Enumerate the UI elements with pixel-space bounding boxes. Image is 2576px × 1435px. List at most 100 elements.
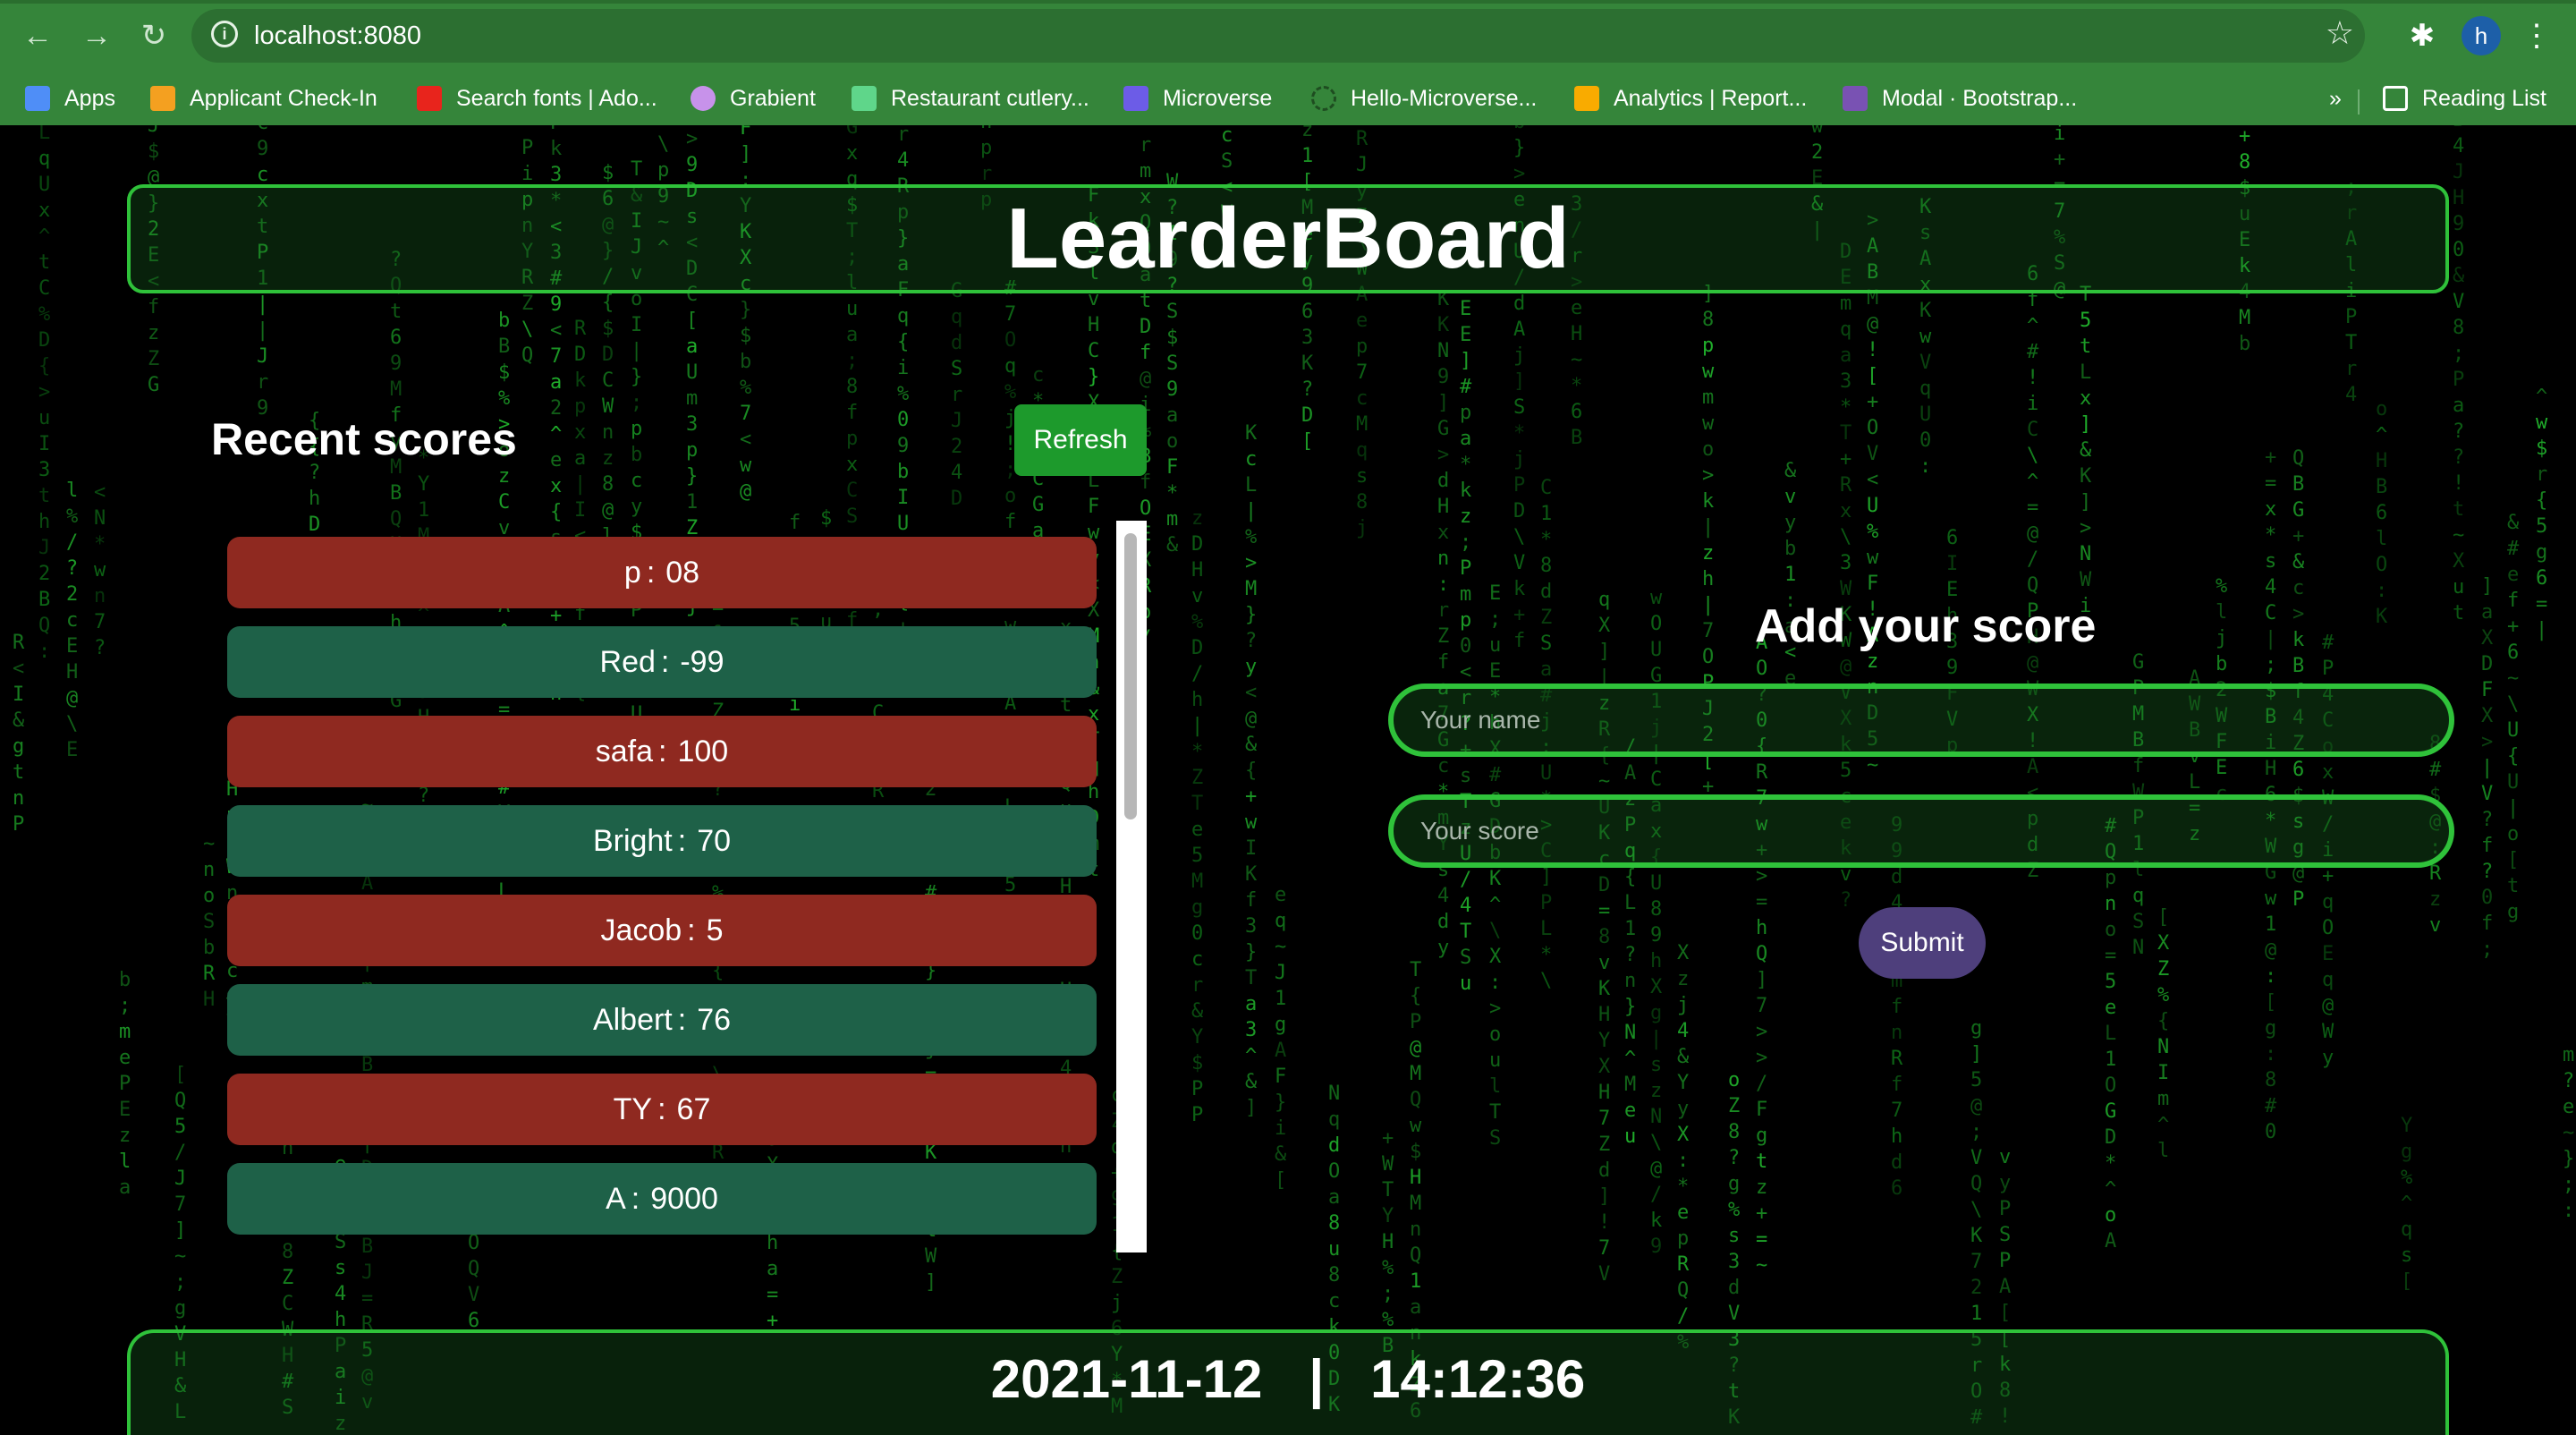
svg-text:C: C — [1650, 768, 1662, 791]
bookmarks-overflow-button[interactable]: » — [2329, 81, 2342, 116]
bookmark-apps[interactable]: Apps — [25, 81, 115, 116]
svg-text:;: ; — [119, 995, 131, 1017]
svg-text:d: d — [1598, 1159, 1610, 1182]
kebab-menu-icon[interactable]: ⋮ — [2517, 16, 2556, 55]
name-input[interactable] — [1394, 689, 2449, 751]
footer-separator: | — [1309, 1349, 1325, 1409]
svg-text:n: n — [1624, 970, 1636, 992]
svg-text:f: f — [1891, 1074, 1902, 1096]
submit-button[interactable]: Submit — [1859, 907, 1986, 979]
svg-text:+: + — [2292, 525, 2304, 548]
svg-text:y: y — [1677, 1098, 1689, 1120]
svg-text:5: 5 — [2105, 971, 2116, 993]
svg-text:I: I — [1245, 837, 1257, 860]
svg-text:G: G — [148, 374, 159, 396]
svg-text:u: u — [1489, 1049, 1501, 1072]
scrollbar-thumb[interactable] — [1124, 533, 1137, 819]
svg-text:D: D — [38, 329, 50, 352]
info-icon[interactable]: i — [211, 21, 238, 47]
svg-text:O: O — [2376, 554, 2387, 576]
svg-text:6: 6 — [1571, 401, 1582, 423]
svg-text:H: H — [1437, 496, 1449, 518]
puzzle-icon[interactable]: ✱ — [2402, 16, 2442, 55]
bookmark-restaurant-cutlery[interactable]: Restaurant cutlery... — [852, 81, 1089, 116]
svg-text:+: + — [2239, 125, 2250, 148]
gradient-circle-icon — [691, 86, 716, 111]
bookmark-grabient[interactable]: Grabient — [691, 81, 816, 116]
profile-avatar[interactable]: h — [2462, 16, 2501, 55]
svg-text:+: + — [1513, 604, 1525, 626]
score-field[interactable] — [1388, 794, 2454, 868]
svg-text:Z: Z — [1728, 1095, 1740, 1117]
bookmark-applicant-check-in[interactable]: Applicant Check-In — [150, 81, 377, 116]
svg-text:S: S — [203, 911, 215, 933]
svg-text:@: @ — [1410, 1037, 1421, 1059]
svg-text:S: S — [1999, 1224, 2011, 1246]
refresh-button[interactable]: Refresh — [1014, 404, 1147, 476]
svg-text:$: $ — [1166, 327, 1178, 349]
bookmark-search-fonts[interactable]: Search fonts | Ado... — [417, 81, 657, 116]
svg-text:e: e — [1677, 1201, 1689, 1224]
svg-text:c: c — [1032, 364, 1044, 386]
svg-text:9: 9 — [257, 138, 268, 160]
svg-text:K: K — [1489, 868, 1502, 890]
svg-text:g: g — [2265, 1017, 2276, 1040]
svg-text:b: b — [2239, 333, 2250, 355]
score-input[interactable] — [1394, 800, 2449, 862]
name-field[interactable] — [1388, 684, 2454, 757]
svg-text:j: j — [1513, 448, 1525, 471]
svg-text:2: 2 — [550, 397, 562, 420]
svg-text:@: @ — [740, 480, 751, 503]
svg-text:%: % — [1004, 381, 1016, 403]
svg-text:Q: Q — [2292, 447, 2304, 470]
svg-text:a: a — [1166, 404, 1178, 427]
svg-text:;: ; — [1460, 531, 1471, 554]
svg-text:u: u — [38, 407, 50, 429]
svg-text:B: B — [2292, 473, 2304, 496]
svg-text:[: [ — [174, 1064, 186, 1086]
svg-text:o: o — [1489, 1023, 1501, 1046]
svg-text:*: * — [1513, 422, 1525, 445]
back-arrow-icon[interactable]: ← — [18, 16, 57, 55]
svg-text:m: m — [2563, 1044, 2574, 1066]
svg-text:+: + — [2507, 616, 2519, 638]
star-icon[interactable]: ☆ — [2326, 14, 2354, 52]
svg-text:{: { — [602, 292, 614, 314]
svg-text:w: w — [94, 559, 106, 582]
reload-icon[interactable]: ↻ — [134, 16, 174, 55]
svg-text:]: ] — [1245, 1097, 1257, 1119]
svg-text:n: n — [203, 859, 215, 881]
svg-text:]: ] — [1598, 641, 1610, 663]
bookmark-hello-microverse[interactable]: Hello-Microverse... — [1311, 81, 1537, 116]
svg-text:*: * — [1540, 529, 1552, 551]
svg-text:!: ! — [1867, 339, 1878, 361]
svg-text:|: | — [2481, 757, 2493, 779]
svg-text:k: k — [1650, 1210, 1662, 1232]
svg-text:H: H — [1598, 1004, 1610, 1026]
svg-text:m: m — [1166, 508, 1178, 531]
reading-list-button[interactable]: Reading List — [2383, 81, 2546, 116]
address-bar[interactable]: i localhost:8080 ☆ — [191, 9, 2365, 63]
bookmarks-divider — [2358, 89, 2360, 115]
svg-text:4: 4 — [335, 1283, 346, 1305]
svg-text:;: ; — [1489, 608, 1501, 631]
forward-arrow-icon[interactable]: → — [77, 16, 116, 55]
address-url[interactable]: localhost:8080 — [254, 21, 421, 51]
svg-text:T: T — [1460, 921, 1471, 943]
svg-text:x: x — [2322, 761, 2334, 784]
svg-text:3: 3 — [1840, 370, 1852, 393]
svg-text:3: 3 — [550, 164, 562, 186]
svg-text:!: ! — [1598, 1211, 1610, 1234]
svg-text:~: ~ — [1598, 770, 1610, 793]
svg-text:w: w — [1410, 1115, 1422, 1137]
svg-text:X: X — [2453, 550, 2465, 573]
bookmark-microverse[interactable]: Microverse — [1123, 81, 1272, 116]
bookmark-analytics[interactable]: Analytics | Report... — [1574, 81, 1807, 116]
bookmark-modal-bootstrap[interactable]: Modal · Bootstrap... — [1843, 81, 2077, 116]
svg-text:;: ; — [174, 1271, 186, 1294]
svg-text:n: n — [1891, 1022, 1902, 1044]
svg-text:r: r — [897, 125, 909, 146]
score-list-scrollbar[interactable] — [1116, 521, 1147, 1252]
svg-text:v: v — [1784, 486, 1796, 508]
svg-text:s: s — [1356, 465, 1368, 488]
